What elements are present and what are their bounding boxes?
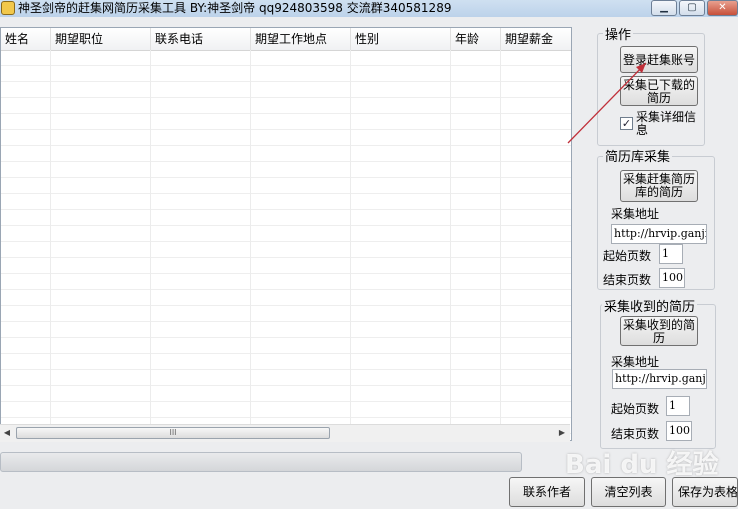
received-url-label: 采集地址: [611, 355, 660, 369]
received-start-page-label: 起始页数: [611, 402, 660, 416]
progress-bar: [0, 452, 522, 472]
contact-author-button[interactable]: 联系作者: [509, 477, 585, 507]
resume-table[interactable]: 姓名 期望职位 联系电话 期望工作地点 性别 年龄 期望薪金: [0, 27, 572, 441]
app-icon: [1, 1, 15, 15]
column-header-name[interactable]: 姓名: [1, 28, 51, 50]
collect-received-button[interactable]: 采集收到的简 历: [620, 316, 698, 346]
scroll-left-icon[interactable]: ◀: [0, 425, 14, 441]
collect-received-label-line2: 历: [652, 331, 665, 345]
column-divider: [500, 50, 501, 440]
clear-list-button[interactable]: 清空列表: [591, 477, 666, 507]
annotation-arrow-icon: [567, 62, 647, 144]
received-end-page-label: 结束页数: [611, 427, 660, 441]
received-url-input[interactable]: http://hrvip.ganji: [612, 369, 707, 389]
library-end-page-input[interactable]: 100: [659, 268, 685, 288]
horizontal-scrollbar[interactable]: ◀ III ▶: [0, 424, 570, 442]
save-as-spreadsheet-button[interactable]: 保存为表格: [672, 477, 738, 507]
column-header-position[interactable]: 期望职位: [51, 28, 151, 50]
column-divider: [250, 50, 251, 440]
table-header: 姓名 期望职位 联系电话 期望工作地点 性别 年龄 期望薪金: [1, 28, 571, 51]
baidu-watermark: Bai du 经验: [565, 450, 719, 480]
library-url-label: 采集地址: [611, 207, 660, 221]
received-start-page-input[interactable]: 1: [666, 396, 690, 416]
library-end-page-label: 结束页数: [603, 273, 652, 287]
received-end-page-input[interactable]: 100: [666, 421, 692, 441]
column-header-salary[interactable]: 期望薪金: [501, 28, 571, 50]
collect-library-label-line1: 采集赶集简历: [622, 172, 695, 186]
received-group-title: 采集收到的简历: [602, 296, 698, 315]
column-header-location[interactable]: 期望工作地点: [251, 28, 351, 50]
library-url-input[interactable]: http://hrvip.ganji: [611, 224, 707, 244]
close-button[interactable]: ✕: [707, 0, 738, 16]
collect-library-label-line2: 库的简历: [634, 185, 683, 199]
collect-library-button[interactable]: 采集赶集简历 库的简历: [620, 170, 698, 202]
column-header-gender[interactable]: 性别: [351, 28, 451, 50]
scroll-right-icon[interactable]: ▶: [555, 425, 569, 441]
column-divider: [350, 50, 351, 440]
title-bar: 神圣剑帝的赶集网简历采集工具 BY:神圣剑帝 qq924803598 交流群34…: [0, 0, 738, 17]
scroll-thumb[interactable]: III: [16, 427, 330, 439]
column-divider: [450, 50, 451, 440]
column-header-phone[interactable]: 联系电话: [151, 28, 251, 50]
column-divider: [150, 50, 151, 440]
table-body: [1, 50, 571, 440]
window-title: 神圣剑帝的赶集网简历采集工具 BY:神圣剑帝 qq924803598 交流群34…: [18, 1, 452, 15]
collect-received-label-line1: 采集收到的简: [622, 318, 695, 332]
column-header-age[interactable]: 年龄: [451, 28, 501, 50]
maximize-button[interactable]: ▢: [679, 0, 705, 16]
library-start-page-label: 起始页数: [603, 249, 652, 263]
operation-group-title: 操作: [603, 24, 634, 43]
column-divider: [50, 50, 51, 440]
library-start-page-input[interactable]: 1: [659, 244, 683, 264]
minimize-button[interactable]: ▁: [651, 0, 677, 16]
